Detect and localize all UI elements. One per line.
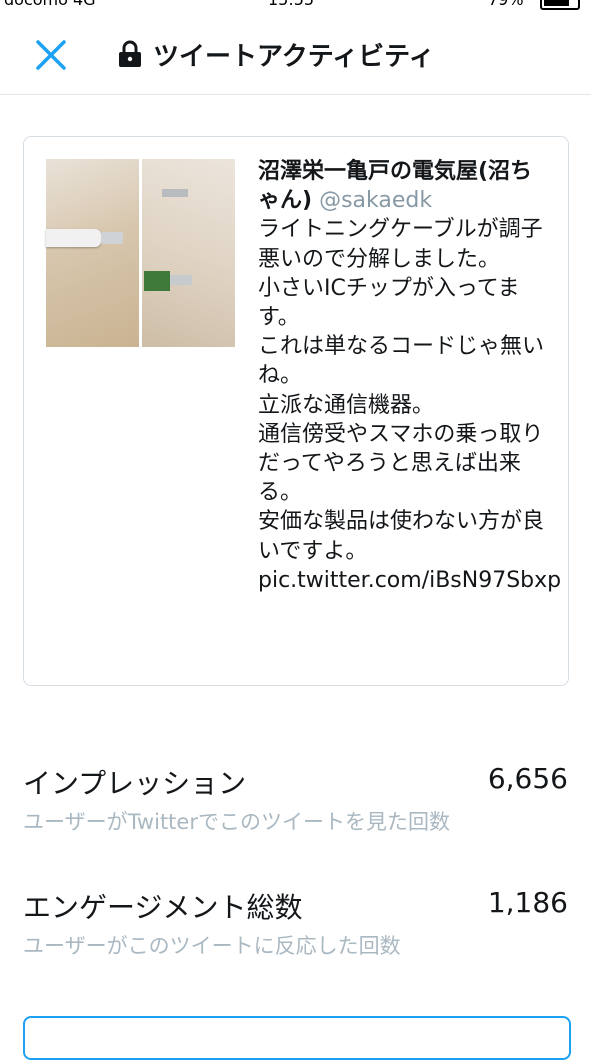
tweet-photo-cable[interactable] xyxy=(46,159,139,347)
tweet-content: 沼澤栄一亀戸の電気屋(沼ちゃん) @sakaedk ライトニングケーブルが調子悪… xyxy=(258,157,562,595)
carrier-label: docomo 4G xyxy=(4,0,96,9)
clock: 15:55 xyxy=(268,0,314,9)
metric-engagements: エンゲージメント総数 1,186 ユーザーがこのツイートに反応した回数 xyxy=(23,886,568,960)
metric-description: ユーザーがTwitterでこのツイートを見た回数 xyxy=(23,810,450,834)
metric-label: エンゲージメント総数 xyxy=(23,891,303,924)
metric-impressions: インプレッション 6,656 ユーザーがTwitterでこのツイートを見た回数 xyxy=(23,762,568,836)
tweet-media[interactable] xyxy=(46,159,235,347)
tweet-card[interactable]: 沼澤栄一亀戸の電気屋(沼ちゃん) @sakaedk ライトニングケーブルが調子悪… xyxy=(23,136,569,686)
page-title: ツイートアクティビティ xyxy=(153,41,435,72)
close-icon xyxy=(36,40,66,70)
tweet-author-handle: @sakaedk xyxy=(319,188,433,214)
battery-percent: 79% xyxy=(488,0,524,9)
metric-value: 6,656 xyxy=(487,762,568,795)
status-bar: docomo 4G 15:55 79% xyxy=(0,0,591,10)
header: ツイートアクティビティ xyxy=(0,10,591,95)
bottom-action-button[interactable] xyxy=(23,1016,571,1060)
battery-level xyxy=(544,0,569,6)
close-button[interactable] xyxy=(34,38,70,74)
tweet-photo-disassembled[interactable] xyxy=(142,159,235,347)
metric-label: インプレッション xyxy=(23,767,247,800)
tweet-text: ライトニングケーブルが調子悪いので分解しました。 小さいICチップが入ってます。… xyxy=(258,217,562,593)
lock-icon xyxy=(119,40,141,67)
battery-icon xyxy=(540,0,580,10)
metric-description: ユーザーがこのツイートに反応した回数 xyxy=(23,934,401,958)
page-title-wrap: ツイートアクティビティ xyxy=(117,34,435,74)
metric-value: 1,186 xyxy=(487,886,568,919)
